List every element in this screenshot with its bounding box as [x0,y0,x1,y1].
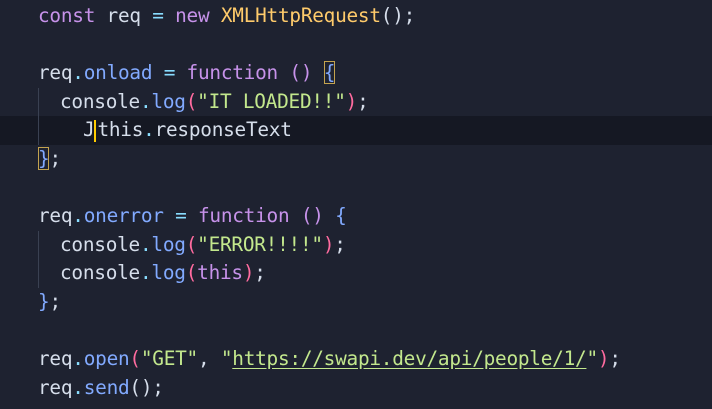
method-log: log [151,261,186,285]
method-log: log [151,89,186,113]
paren-open: ( [380,4,393,27]
semicolon: ; [334,232,346,256]
comma: , [197,347,221,370]
code-line-8[interactable]: req.onerror = function () { [0,202,712,231]
brace-close-matched: } [38,146,50,170]
dot: . [139,261,152,285]
keyword-this: this [197,261,243,285]
code-line-13[interactable]: req.open("GET", "https://swapi.dev/api/p… [0,345,712,374]
url-link[interactable]: https://swapi.dev/api/people/1/ [232,347,586,370]
keyword-this: this [97,118,144,142]
semicolon: ; [254,261,266,285]
indent-guide [38,116,39,145]
identifier-req: req [95,4,153,27]
code-line-1[interactable]: const req = new XMLHttpRequest(); [0,2,712,31]
code-line-3[interactable]: req.onload = function () { [0,59,712,88]
operator-assign: = [163,204,198,227]
identifier-console: console [60,232,140,256]
dot: . [72,375,84,399]
property-onload: onload [83,61,153,84]
dot: . [72,347,84,370]
paren-open: ( [185,261,198,285]
dot: . [72,61,84,84]
keyword-new: new [175,4,210,27]
paren-open: ( [185,232,198,256]
params: () [300,204,324,227]
typed-character: J [83,118,95,142]
semicolon: ; [152,375,164,399]
paren-close: ) [345,89,358,113]
brace-open-matched: { [323,61,336,84]
indent-guide [38,87,39,117]
code-line-14[interactable]: req.send(); [0,374,712,403]
indent-guide [38,230,39,260]
semicolon: ; [403,4,416,27]
code-line-11[interactable]: }; [0,288,712,317]
method-send: send [83,375,130,399]
semicolon: ; [609,347,621,370]
dot: . [143,118,155,142]
code-line-6[interactable]: }; [0,145,712,174]
semicolon: ; [49,289,61,313]
keyword-const: const [38,4,96,27]
dot: . [139,232,152,256]
string-literal: "IT LOADED!!" [197,89,346,113]
operator-assign: = [152,4,164,27]
string-literal: "ERROR!!!!" [197,232,323,256]
paren-open: ( [185,89,198,113]
dot: . [72,204,84,227]
code-line-4[interactable]: console.log("IT LOADED!!"); [0,87,712,117]
quote-close: " [586,347,598,370]
quote-open: " [220,347,233,370]
identifier-req: req [38,204,73,227]
paren-close: ) [242,261,255,285]
code-line-9[interactable]: console.log("ERROR!!!!"); [0,230,712,260]
brace-open: { [335,204,347,227]
string-literal-method: "GET" [140,347,198,370]
paren-close: ) [597,347,610,370]
paren-close: ) [392,4,404,27]
identifier-req: req [38,375,73,399]
identifier-req: req [38,347,73,370]
identifier-console: console [60,261,140,285]
indent-guide [38,259,39,288]
keyword-function: function [197,204,290,227]
property-onerror: onerror [83,204,164,227]
method-log: log [151,232,186,256]
code-line-10[interactable]: console.log(this); [0,259,712,288]
code-editor[interactable]: const req = new XMLHttpRequest(); req.on… [0,0,712,409]
semicolon: ; [357,89,369,113]
semicolon: ; [49,146,61,170]
parens: () [129,375,153,399]
method-open: open [83,347,130,370]
identifier-console: console [60,89,140,113]
paren-close: ) [322,232,335,256]
keyword-function: function [186,61,279,84]
identifier-req: req [38,61,73,84]
property-responsetext: responseText [154,118,292,142]
code-line-5-active[interactable]: Jthis.responseText [0,116,712,145]
params: () [289,61,313,84]
brace-close: } [38,289,50,313]
operator-assign: = [152,61,187,84]
dot: . [139,89,152,113]
paren-open: ( [129,347,141,370]
class-name: XMLHttpRequest [220,4,381,27]
